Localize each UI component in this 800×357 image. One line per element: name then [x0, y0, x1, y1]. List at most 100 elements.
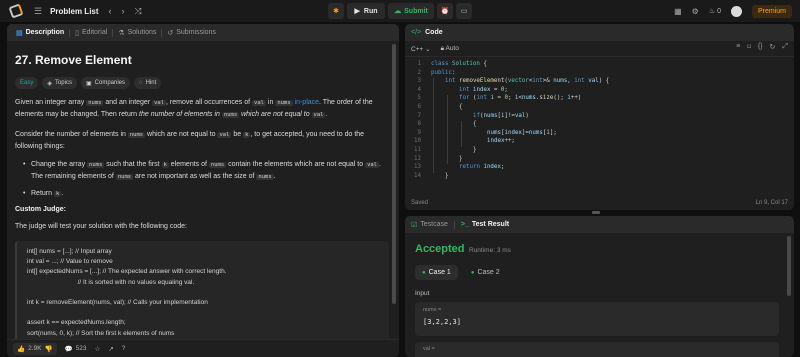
text: which are not equal to — [145, 131, 218, 138]
text: elements of — [168, 161, 209, 168]
feedback-button[interactable]: ? — [122, 345, 126, 352]
tab-editorial[interactable]: ▯ Editorial — [70, 29, 112, 37]
tab-submissions[interactable]: ↺ Submissions — [162, 29, 221, 37]
debug-button[interactable]: ✱ — [328, 3, 344, 19]
code-line[interactable]: 13 return index; — [405, 164, 794, 173]
inline-code: nums — [256, 174, 274, 180]
code-text: } — [473, 147, 477, 153]
description-icon: ▤ — [16, 29, 23, 37]
description-paragraph-2: Consider the number of elements in nums … — [15, 129, 389, 153]
notes-button[interactable]: ▭ — [456, 3, 472, 19]
code-line[interactable]: 6{ — [405, 104, 794, 113]
streak-counter[interactable]: ♨ 0 — [709, 7, 721, 15]
problem-title[interactable]: 27. Remove Element — [15, 53, 389, 67]
code-area[interactable]: 1 class Solution {2 public: 3 int removeElem… — [405, 59, 794, 194]
case-tabs: ● Case 1 ● Case 2 — [415, 265, 507, 280]
tab-solutions[interactable]: ⚗ Solutions — [113, 29, 161, 37]
layout-icon[interactable]: ▦ — [674, 7, 682, 16]
timer-button[interactable]: ⏰ — [437, 3, 453, 19]
comment-count: 523 — [75, 345, 87, 352]
settings-gear-icon[interactable]: ⚙ — [692, 7, 699, 16]
line-number: 12 — [414, 155, 421, 162]
code-line[interactable]: 8{ — [405, 121, 794, 130]
text: which are not equal to — [239, 111, 312, 118]
tab-description-label: Description — [25, 29, 65, 36]
expand-icon[interactable]: ⤢ — [782, 43, 788, 51]
code-line[interactable]: 7 if(nums[i]!=val) — [405, 113, 794, 122]
format-icon[interactable]: ≡ — [736, 43, 740, 51]
leetcode-logo-icon[interactable] — [8, 3, 24, 19]
run-button[interactable]: ▶ Run — [347, 3, 385, 19]
code-line[interactable]: 10 index++; — [405, 138, 794, 147]
tab-editorial-label: Editorial — [82, 29, 108, 36]
code-text: public: — [431, 69, 456, 76]
problem-list-icon[interactable]: ☰ — [34, 6, 42, 17]
code-line[interactable]: 2 public: — [405, 70, 794, 79]
code-line[interactable]: 14} — [405, 173, 794, 182]
case-1-label: Case 1 — [428, 269, 451, 276]
inline-code: nums — [208, 162, 227, 168]
code-line[interactable]: 3 int removeElement(vector<int>& nums, in… — [405, 78, 794, 87]
like-count: 2.9K — [28, 345, 42, 352]
result-scrollbar[interactable] — [787, 236, 791, 296]
language-label: C++ — [411, 45, 424, 53]
topics-badge[interactable]: ◈ Topics — [42, 77, 77, 89]
line-number: 7 — [417, 112, 422, 119]
input-nums-box: nums = [3,2,2,3] — [415, 302, 779, 336]
user-avatar[interactable] — [730, 5, 742, 17]
text: and an integer — [103, 99, 153, 106]
editor-status-bar: Saved Ln 9, Col 17 — [405, 196, 794, 210]
case-2-tab[interactable]: ● Case 2 — [464, 265, 507, 280]
like-button[interactable]: 👍 2.9K 👎 — [13, 342, 57, 355]
problem-list-link[interactable]: Problem List — [50, 7, 98, 16]
companies-badge[interactable]: ▣ Companies — [80, 77, 131, 89]
premium-button[interactable]: Premium — [751, 4, 792, 18]
run-controls: ✱ ▶ Run ☁ Submit ⏰ ▭ — [328, 3, 472, 19]
shuffle-icon[interactable]: ⤨ — [135, 6, 142, 17]
code-line[interactable]: 4 int index = 0; — [405, 87, 794, 96]
inline-code: nums — [115, 174, 134, 180]
comments-button[interactable]: 💬 523 — [65, 345, 87, 353]
description-scrollbar[interactable] — [392, 44, 396, 304]
note-icon: ▭ — [460, 8, 468, 15]
panel-resize-handle[interactable] — [592, 211, 600, 214]
topics-label: Topics — [54, 80, 72, 86]
braces-icon[interactable]: {} — [758, 43, 763, 51]
test-result-panel: ☑ Testcase >_ Test Result Accepted Runtime… — [405, 216, 794, 357]
result-status: Accepted — [415, 243, 465, 255]
code-text: nums[index]=nums[i]; — [487, 129, 557, 136]
code-text: int index = 0; — [459, 86, 508, 93]
next-problem-icon[interactable]: › — [122, 6, 125, 16]
text: such that the first — [104, 161, 162, 168]
submit-button[interactable]: ☁ Submit — [388, 3, 434, 19]
indent-guide — [433, 78, 434, 173]
auto-mode-toggle[interactable]: 🔒︎ Auto — [441, 45, 459, 53]
tab-description[interactable]: ▤ Description — [11, 29, 69, 37]
code-line[interactable]: 12} — [405, 156, 794, 165]
description-footer: 👍 2.9K 👎 💬 523 ☆ ↗ ? — [7, 339, 399, 357]
case-1-tab[interactable]: ● Case 1 — [415, 265, 458, 280]
case-2-label: Case 2 — [477, 269, 500, 276]
code-line[interactable]: 9 nums[index]=nums[i]; — [405, 130, 794, 139]
language-select[interactable]: C++ ⌄ — [411, 45, 431, 53]
tab-divider — [453, 220, 455, 229]
prev-problem-icon[interactable]: ‹ — [109, 6, 112, 16]
text: , remove all occurrences of — [166, 99, 253, 106]
hint-badge[interactable]: ◌ Hint — [134, 77, 162, 89]
in-place-link[interactable]: in-place — [295, 99, 320, 106]
flask-icon: ⚗ — [118, 29, 125, 37]
reset-icon[interactable]: ↻ — [770, 43, 776, 51]
bookmark-icon[interactable]: ⌑ — [747, 43, 751, 51]
code-text: return index; — [459, 164, 505, 171]
code-line[interactable]: 1 class Solution { — [405, 61, 794, 70]
tab-testcase[interactable]: ☑ Testcase — [411, 221, 448, 229]
share-button[interactable]: ↗ — [108, 345, 113, 353]
code-line[interactable]: 5 for (int i = 0; i<nums.size(); i++) — [405, 95, 794, 104]
tab-test-result[interactable]: >_ Test Result — [461, 221, 509, 228]
favorite-button[interactable]: ☆ — [95, 345, 101, 353]
input-val-name: val = — [423, 346, 435, 352]
code-line[interactable]: 11} — [405, 147, 794, 156]
judge-intro: The judge will test your solution with t… — [15, 223, 187, 230]
line-number: 14 — [414, 172, 421, 179]
companies-label: Companies — [94, 80, 126, 86]
